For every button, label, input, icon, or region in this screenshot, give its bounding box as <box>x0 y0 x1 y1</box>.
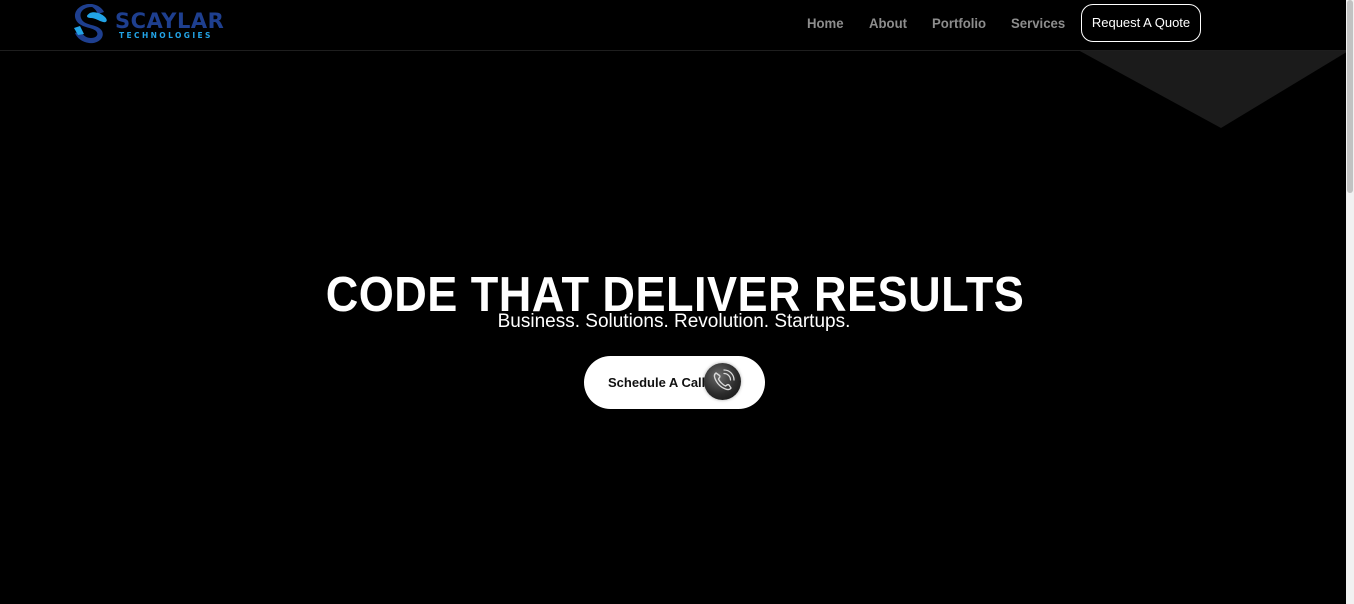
brand-tagline: TECHNOLOGIES <box>119 31 213 40</box>
nav-services[interactable]: Services <box>1011 15 1065 31</box>
hero-subtitle: Business. Solutions. Revolution. Startup… <box>497 311 851 332</box>
nav-portfolio[interactable]: Portfolio <box>932 15 986 31</box>
site-header: SCAYLAR TECHNOLOGIES Home About Portfoli… <box>0 0 1346 51</box>
brand-logo[interactable]: SCAYLAR TECHNOLOGIES <box>72 4 224 46</box>
nav-home[interactable]: Home <box>807 15 844 31</box>
page-scrollbar[interactable] <box>1346 0 1354 604</box>
brand-name: SCAYLAR <box>115 9 225 33</box>
nav-about[interactable]: About <box>869 15 907 31</box>
page: SCAYLAR TECHNOLOGIES Home About Portfoli… <box>0 0 1354 604</box>
request-quote-button[interactable]: Request A Quote <box>1081 4 1201 42</box>
schedule-call-label: Schedule A Call <box>608 375 706 390</box>
decorative-triangle <box>1078 50 1350 128</box>
scaylar-logo-icon <box>74 4 107 44</box>
phone-icon <box>704 363 741 400</box>
schedule-call-button[interactable]: Schedule A Call <box>584 356 765 409</box>
scrollbar-thumb[interactable] <box>1347 0 1353 193</box>
